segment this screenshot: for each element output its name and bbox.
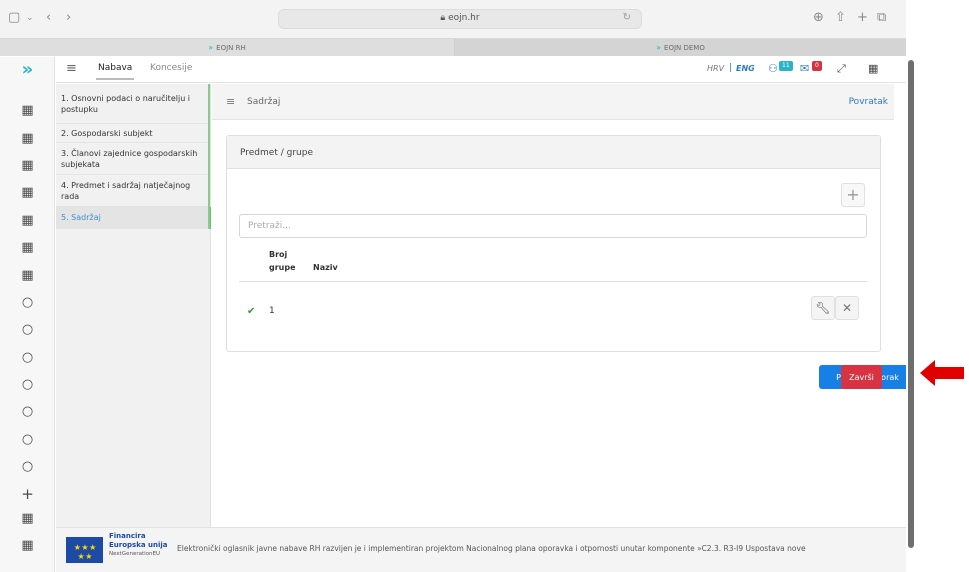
nav-nabava[interactable]: Nabava (98, 63, 132, 73)
close-icon: ✕ (841, 301, 853, 315)
tab-label: EOJN RH (216, 43, 246, 52)
reload-icon[interactable]: ↻ (623, 12, 631, 23)
table-cell-broj: 1 (269, 306, 275, 316)
step-sadrzaj[interactable]: 5. Sadržaj (56, 207, 211, 229)
back-icon[interactable]: ‹ (46, 11, 51, 25)
eojn-logo-icon: » (656, 43, 662, 52)
grid-icon[interactable]: ▦ (0, 186, 55, 200)
lang-eng-link[interactable]: ENG (736, 64, 755, 73)
grid-icon[interactable]: ▦ (0, 539, 55, 553)
card-header: Predmet / grupe (227, 136, 880, 169)
grid-icon[interactable]: ▦ (0, 241, 55, 255)
browser-tab-eojn-rh[interactable]: » EOJN RH (0, 39, 454, 56)
icon-rail: » ▦ ▦ ▦ ▦ ▦ ▦ ▦ ○ ○ ○ ○ ○ ○ ○ + ▦ ▦ (0, 57, 55, 572)
forward-icon[interactable]: › (66, 11, 71, 25)
grid-icon[interactable]: ▦ (0, 512, 55, 526)
page-title: Sadržaj (247, 97, 281, 107)
chevron-down-icon[interactable]: ⌄ (26, 11, 34, 25)
tab-overview-icon[interactable]: ⧉ (877, 11, 886, 25)
eu-flag-icon: ★ ★ ★ ★ ★ (66, 537, 103, 563)
main-content: ≡ Sadržaj Povratak Predmet / grupe + Bro… (212, 84, 916, 527)
users-badge: 11 (779, 61, 793, 71)
browser-tabs: » EOJN RH » EOJN DEMO (0, 38, 906, 56)
download-icon[interactable]: ⊕ (813, 11, 824, 25)
footer-text: Elektronički oglasnik javne nabave RH ra… (177, 544, 806, 553)
messages-icon[interactable]: ✉ (800, 62, 809, 75)
tab-label: EOJN DEMO (664, 43, 705, 52)
finish-button[interactable]: Završi (841, 365, 882, 389)
circle-icon[interactable]: ○ (0, 351, 55, 365)
nav-koncesije[interactable]: Koncesije (150, 63, 192, 73)
red-arrow-icon (920, 360, 964, 386)
step-osnovni-podaci[interactable]: 1. Osnovni podaci o naručitelju i postup… (56, 84, 211, 124)
circle-icon[interactable]: ○ (0, 323, 55, 337)
lang-hrv-link[interactable]: HRV (707, 64, 724, 73)
step-clanovi-zajednice[interactable]: 3. Članovi zajednice gospodarskih subjek… (56, 143, 211, 175)
step-predmet-i-sadrzaj[interactable]: 4. Predmet i sadržaj natječajnog rada (56, 175, 211, 207)
circle-icon[interactable]: ○ (0, 378, 55, 392)
circle-icon[interactable]: ○ (0, 433, 55, 447)
column-header-naziv: Naziv (313, 263, 338, 272)
lang-separator: | (729, 63, 733, 73)
funding-eu-label: Europska unija (109, 541, 168, 549)
delete-row-button[interactable]: ✕ (835, 296, 859, 320)
funding-ngeu-label: NextGenerationEU (109, 551, 160, 557)
edit-row-button[interactable]: 🔧︎ (811, 296, 835, 320)
table-header-divider (239, 281, 867, 282)
check-icon: ✔ (247, 306, 256, 317)
menu-icon[interactable]: ≡ (66, 61, 77, 76)
apps-grid-icon[interactable]: ▦ (868, 62, 878, 75)
search-input[interactable] (239, 214, 867, 238)
grid-icon[interactable]: ▦ (0, 269, 55, 283)
content-title-bar: ≡ Sadržaj Povratak (212, 84, 894, 120)
sidebar-toggle-icon[interactable]: ▢ (8, 11, 20, 25)
grid-icon[interactable]: ▦ (0, 214, 55, 228)
menu-icon[interactable]: ≡ (226, 95, 235, 108)
column-header-broj-grupe: Broj grupe (269, 250, 296, 272)
back-link[interactable]: Povratak (849, 97, 888, 107)
groups-card: Predmet / grupe + Broj grupe Naziv ✔ 1 🔧… (226, 135, 881, 352)
nav-active-underline (96, 78, 134, 80)
browser-tab-eojn-demo[interactable]: » EOJN DEMO (454, 39, 906, 56)
step-gospodarski-subjekt[interactable]: 2. Gospodarski subjekt (56, 124, 211, 143)
address-bar[interactable]: 🔒︎ eojn.hr ↻ (278, 9, 642, 29)
steps-sidebar: 1. Osnovni podaci o naručitelju i postup… (56, 84, 211, 527)
fullscreen-icon[interactable]: ⤢ (837, 62, 846, 76)
plus-icon[interactable]: + (0, 487, 55, 502)
circle-icon[interactable]: ○ (0, 405, 55, 419)
address-text: eojn.hr (448, 13, 480, 23)
new-tab-icon[interactable]: + (857, 11, 868, 25)
browser-toolbar: ▢ ⌄ ‹ › 🔒︎ eojn.hr ↻ ⊕ ⇧ + ⧉ (0, 0, 906, 38)
card-title: Predmet / grupe (240, 148, 313, 158)
circle-icon[interactable]: ○ (0, 296, 55, 310)
users-icon[interactable]: ⚇ (768, 62, 778, 75)
app-header: ≡ Nabava Koncesije HRV | ENG ⚇ 11 ✉ 0 ⤢ … (56, 57, 906, 83)
wrench-icon: 🔧︎ (815, 301, 831, 315)
footer: ★ ★ ★ ★ ★ Financira Europska unija NextGe… (56, 527, 906, 572)
steps-progress-line (208, 84, 210, 229)
circle-icon[interactable]: ○ (0, 460, 55, 474)
add-group-button[interactable]: + (841, 183, 865, 207)
funding-label: Financira (109, 532, 146, 540)
eojn-logo-icon: » (208, 43, 214, 52)
lock-icon: 🔒︎ (440, 13, 446, 23)
plus-icon: + (846, 185, 860, 204)
eojn-logo-icon[interactable]: » (0, 61, 55, 79)
grid-icon[interactable]: ▦ (0, 104, 55, 118)
scrollbar-thumb[interactable] (908, 60, 914, 548)
messages-badge: 0 (812, 61, 822, 71)
grid-icon[interactable]: ▦ (0, 132, 55, 146)
grid-icon[interactable]: ▦ (0, 159, 55, 173)
share-icon[interactable]: ⇧ (835, 11, 846, 25)
